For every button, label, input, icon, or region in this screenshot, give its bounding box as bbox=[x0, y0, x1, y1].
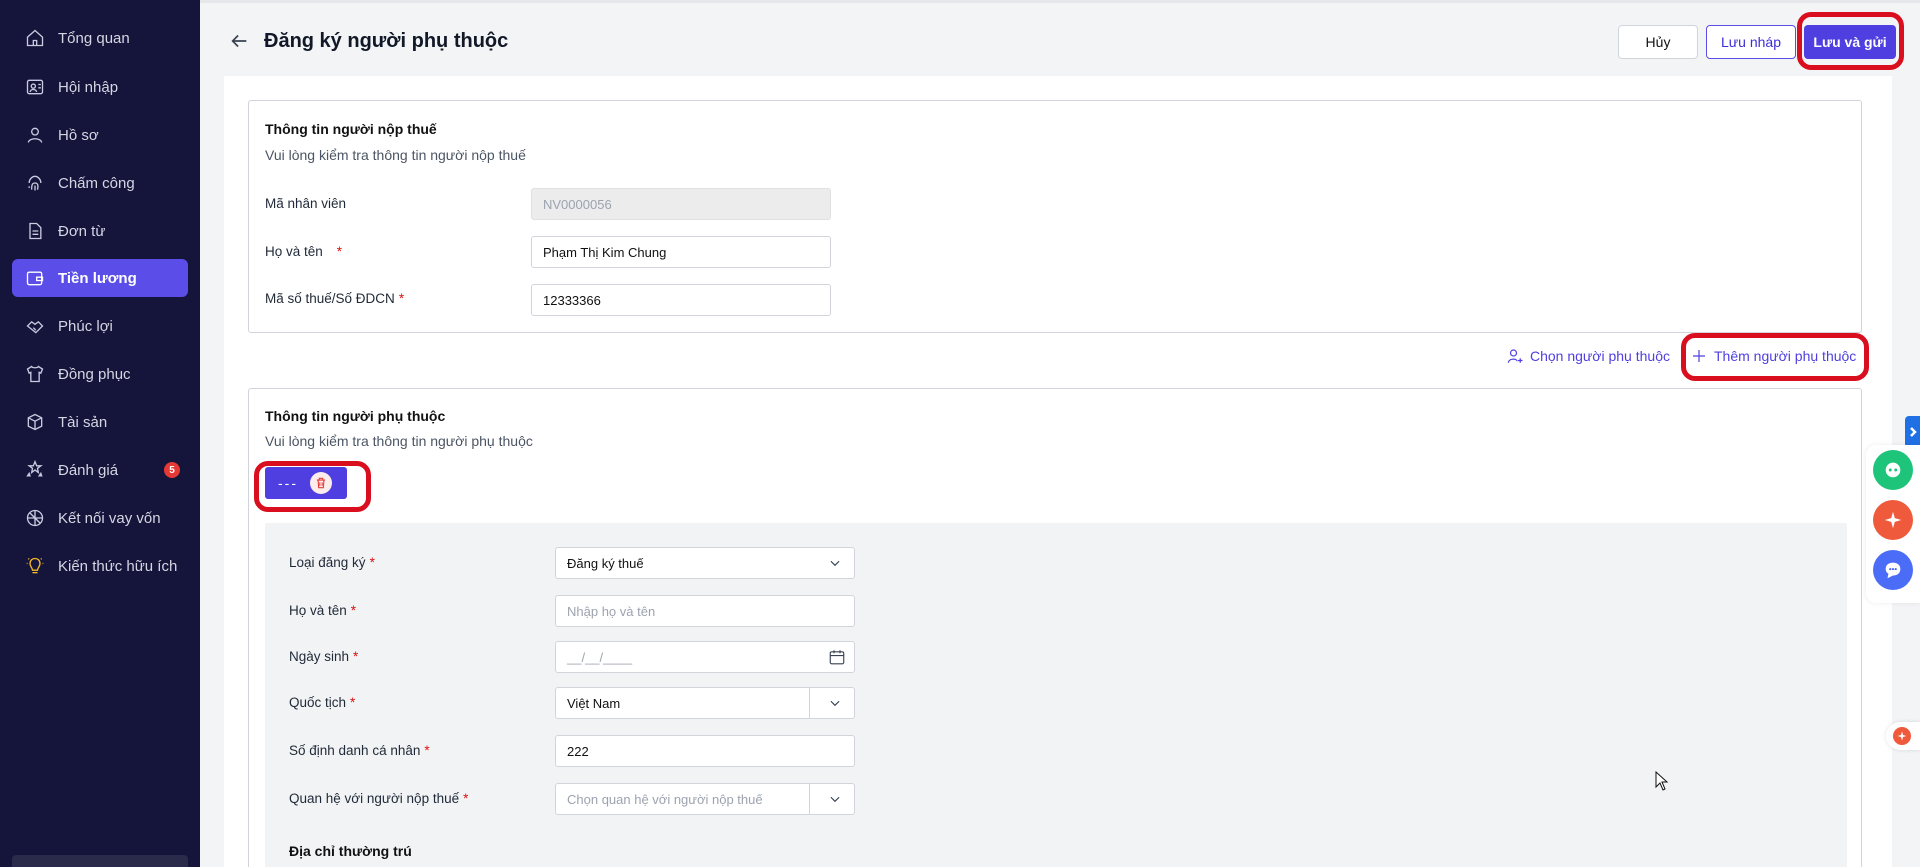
dob-label: Ngày sinh * bbox=[289, 649, 359, 664]
sparkle-icon bbox=[1893, 727, 1911, 745]
sidebar-item-label: Đồng phục bbox=[58, 365, 131, 383]
choose-dependent-label: Chọn người phụ thuộc bbox=[1530, 348, 1670, 364]
reg-type-select[interactable]: Đăng ký thuế bbox=[555, 547, 855, 579]
add-dependent-label: Thêm người phụ thuộc bbox=[1714, 348, 1857, 364]
add-user-icon bbox=[1507, 349, 1523, 363]
ai-sparkle-icon[interactable] bbox=[1873, 500, 1913, 540]
cancel-button[interactable]: Hủy bbox=[1618, 25, 1698, 59]
fingerprint-icon bbox=[24, 172, 46, 194]
save-and-send-button[interactable]: Lưu và gửi bbox=[1804, 25, 1896, 59]
personal-id-input[interactable]: 222 bbox=[555, 735, 855, 767]
sidebar-item-label: Tổng quan bbox=[58, 29, 130, 47]
relation-placeholder: Chọn quan hệ với người nộp thuế bbox=[567, 791, 763, 807]
sidebar-item-tai-san[interactable]: Tài sản bbox=[12, 403, 188, 441]
sidebar-item-ho-so[interactable]: Hồ sơ bbox=[12, 116, 188, 154]
sidebar-item-hoi-nhap[interactable]: Hội nhập bbox=[12, 68, 188, 106]
chevron-down-icon bbox=[828, 556, 842, 570]
taxpayer-section bbox=[248, 100, 1862, 333]
sidebar-item-label: Kết nối vay vốn bbox=[58, 509, 161, 527]
bulb-icon bbox=[24, 555, 46, 577]
onboarding-icon bbox=[24, 76, 46, 98]
dob-placeholder: __/__/____ bbox=[567, 649, 633, 665]
sidebar-item-kien-thuc[interactable]: Kiến thức hữu ích bbox=[12, 547, 188, 585]
sidebar-item-don-tu[interactable]: Đơn từ bbox=[12, 212, 188, 250]
taxcode-field[interactable]: 12333366 bbox=[531, 284, 831, 316]
employee-code-label: Mã nhân viên bbox=[265, 196, 347, 211]
trash-icon[interactable] bbox=[310, 472, 332, 494]
wallet-icon bbox=[24, 267, 46, 289]
sidebar-item-dong-phuc[interactable]: Đồng phục bbox=[12, 355, 188, 393]
taxpayer-section-subtitle: Vui lòng kiểm tra thông tin người nộp th… bbox=[265, 147, 526, 163]
back-arrow-icon[interactable] bbox=[228, 30, 252, 54]
chevron-down-icon[interactable] bbox=[828, 792, 842, 806]
top-divider bbox=[200, 0, 1920, 3]
dependent-form-area bbox=[265, 523, 1847, 867]
add-dependent-button[interactable]: Thêm người phụ thuộc bbox=[1690, 347, 1856, 365]
personal-id-label: Số định danh cá nhân * bbox=[289, 743, 430, 758]
taxpayer-fullname-label: Họ và tên * bbox=[265, 244, 343, 259]
chat-bubble-icon[interactable] bbox=[1873, 550, 1913, 590]
sidebar-item-label: Hội nhập bbox=[58, 78, 119, 96]
chatbot-icon[interactable] bbox=[1873, 450, 1913, 490]
chevron-down-icon[interactable] bbox=[828, 696, 842, 710]
sidebar: Tổng quan Hội nhập Hồ sơ Chấm công Đơn t… bbox=[0, 0, 200, 867]
stars-icon bbox=[24, 459, 46, 481]
dependent-name-input[interactable]: Nhập họ và tên bbox=[555, 595, 855, 627]
notification-badge: 5 bbox=[164, 462, 180, 478]
sidebar-item-label: Đánh giá bbox=[58, 461, 119, 479]
sidebar-item-tien-luong[interactable]: Tiền lương bbox=[12, 259, 188, 297]
nationality-select[interactable]: Việt Nam bbox=[555, 687, 855, 719]
plus-icon bbox=[1693, 350, 1705, 362]
dependent-tab-label: --- bbox=[278, 475, 298, 491]
box-icon bbox=[24, 411, 46, 433]
dependent-name-label: Họ và tên * bbox=[289, 603, 357, 618]
address-heading: Địa chỉ thường trú bbox=[289, 843, 412, 859]
handshake-icon bbox=[24, 315, 46, 337]
mouse-cursor-icon bbox=[1655, 770, 1669, 796]
sidebar-item-label: Tiền lương bbox=[58, 269, 137, 287]
taxpayer-section-title: Thông tin người nộp thuế bbox=[265, 121, 437, 137]
sidebar-item-ket-noi-vay-von[interactable]: Kết nối vay vốn bbox=[12, 499, 188, 537]
dependent-section-subtitle: Vui lòng kiểm tra thông tin người phụ th… bbox=[265, 433, 533, 449]
sidebar-item-label: Kiến thức hữu ích bbox=[58, 557, 178, 575]
chevron-right-icon bbox=[1909, 427, 1917, 437]
select-divider bbox=[809, 784, 810, 814]
sidebar-item-phuc-loi[interactable]: Phúc lợi bbox=[12, 307, 188, 345]
reg-type-label: Loại đăng ký * bbox=[289, 555, 375, 570]
taxpayer-fullname-field[interactable]: Phạm Thị Kim Chung bbox=[531, 236, 831, 268]
document-icon bbox=[24, 220, 46, 242]
sidebar-item-label: Chấm công bbox=[58, 174, 135, 192]
reg-type-value: Đăng ký thuế bbox=[567, 555, 644, 571]
shirt-icon bbox=[24, 363, 46, 385]
sidebar-item-tong-quan[interactable]: Tổng quan bbox=[12, 19, 188, 57]
calendar-icon[interactable] bbox=[828, 648, 846, 666]
relation-select[interactable]: Chọn quan hệ với người nộp thuế bbox=[555, 783, 855, 815]
network-icon bbox=[24, 507, 46, 529]
quick-action-button[interactable] bbox=[1886, 722, 1920, 750]
dependent-section-title: Thông tin người phụ thuộc bbox=[265, 408, 446, 424]
sidebar-item-cham-cong[interactable]: Chấm công bbox=[12, 164, 188, 202]
sidebar-item-label: Phúc lợi bbox=[58, 317, 113, 335]
choose-dependent-button[interactable]: Chọn người phụ thuộc bbox=[1506, 347, 1670, 365]
page-title: Đăng ký người phụ thuộc bbox=[264, 30, 509, 52]
sidebar-footer bbox=[12, 855, 188, 867]
relation-label: Quan hệ với người nộp thuế * bbox=[289, 791, 469, 806]
taxcode-label: Mã số thuế/Số ĐDCN * bbox=[265, 291, 405, 306]
floating-widget-panel bbox=[1866, 445, 1920, 603]
sidebar-item-danh-gia[interactable]: Đánh giá 5 bbox=[12, 451, 188, 489]
home-icon bbox=[24, 27, 46, 49]
nationality-label: Quốc tịch * bbox=[289, 695, 356, 710]
nationality-value: Việt Nam bbox=[567, 695, 621, 711]
dependent-tab[interactable]: --- bbox=[265, 467, 347, 499]
user-icon bbox=[24, 124, 46, 146]
sidebar-item-label: Tài sản bbox=[58, 413, 108, 431]
select-divider bbox=[809, 688, 810, 718]
save-draft-button[interactable]: Lưu nháp bbox=[1706, 25, 1796, 59]
sidebar-item-label: Hồ sơ bbox=[58, 126, 99, 144]
employee-code-field: NV0000056 bbox=[531, 188, 831, 220]
sidebar-item-label: Đơn từ bbox=[58, 222, 106, 240]
dob-input[interactable]: __/__/____ bbox=[555, 641, 855, 673]
expand-panel-tab[interactable] bbox=[1905, 416, 1920, 448]
